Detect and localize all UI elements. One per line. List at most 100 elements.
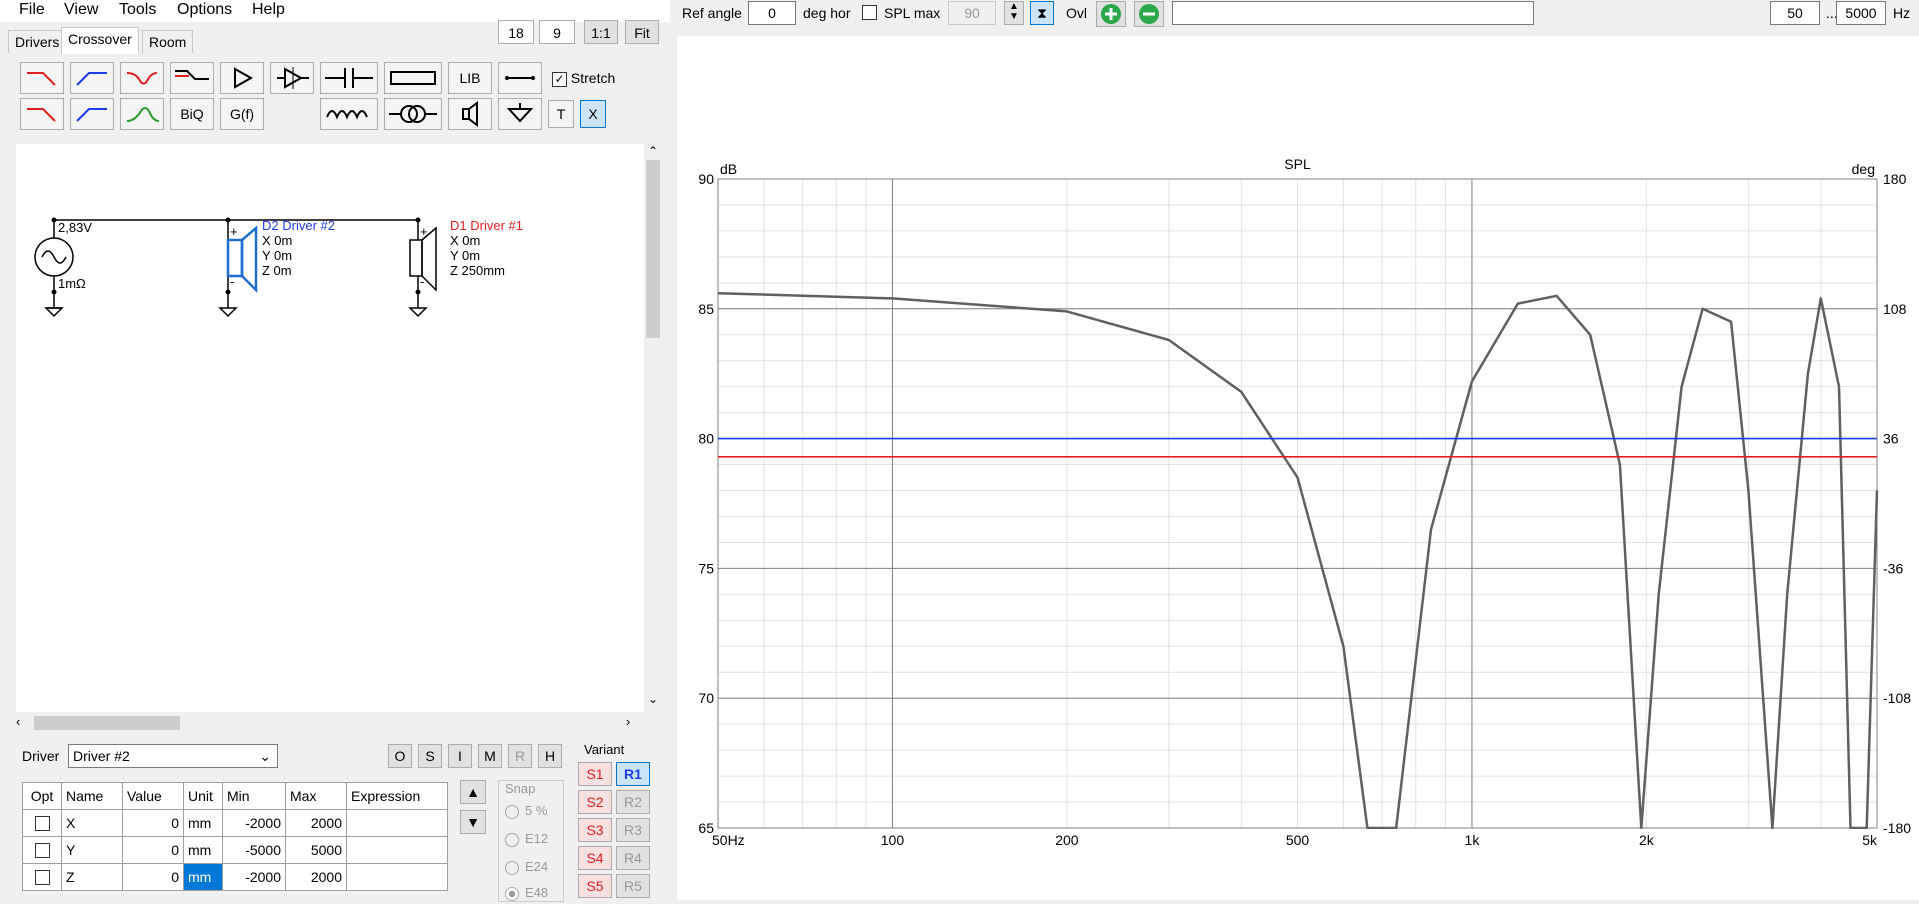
- menu-options[interactable]: Options: [177, 1, 232, 19]
- variant-r1[interactable]: R1: [616, 762, 650, 786]
- amplifier-icon[interactable]: [220, 62, 264, 94]
- schematic-vertical-scrollbar[interactable]: ⌃ ⌄: [644, 144, 662, 712]
- driver-2-label[interactable]: D2 Driver #2 X 0m Y 0m Z 0m: [262, 218, 335, 278]
- menu-file[interactable]: File: [19, 1, 45, 19]
- param-max[interactable]: 2000: [285, 863, 347, 891]
- variant-s2[interactable]: S2: [578, 790, 612, 814]
- variant-r2[interactable]: R2: [616, 790, 650, 814]
- transfer-function-button[interactable]: G(f): [220, 98, 264, 130]
- move-up-icon[interactable]: ▲: [460, 780, 486, 804]
- notch-red-icon[interactable]: [120, 62, 164, 94]
- schematic-horizontal-scrollbar[interactable]: ‹ ›: [16, 714, 644, 732]
- move-down-icon[interactable]: ▼: [460, 810, 486, 834]
- opt-checkbox[interactable]: [34, 870, 50, 886]
- variant-r3[interactable]: R3: [616, 818, 650, 842]
- grid-size-b[interactable]: 9: [539, 20, 575, 44]
- wire-icon[interactable]: [498, 62, 542, 94]
- driver-r-button[interactable]: R: [508, 744, 532, 768]
- opt-checkbox[interactable]: [34, 816, 50, 832]
- snap-e48-radio[interactable]: E48: [505, 885, 548, 901]
- variant-s5[interactable]: S5: [578, 874, 612, 898]
- param-expression[interactable]: [346, 836, 448, 864]
- biquad-button[interactable]: BiQ: [170, 98, 214, 130]
- spl-graph-panel[interactable]: SPL dB deg 90 85 80 75 70 65 180 108 36 -36 -108 -180 5…: [677, 36, 1919, 900]
- library-button[interactable]: LIB: [448, 62, 492, 94]
- table-row[interactable]: Y 0 mm -5000 5000: [22, 836, 448, 864]
- transformer-icon[interactable]: [384, 98, 442, 130]
- snap-e24-radio[interactable]: E24: [505, 859, 548, 875]
- param-value[interactable]: 0: [122, 809, 184, 837]
- lowpass-red-icon-2[interactable]: [20, 98, 64, 130]
- overlay-name-input[interactable]: [1172, 1, 1534, 25]
- driver-h-button[interactable]: H: [538, 744, 562, 768]
- param-min[interactable]: -5000: [222, 836, 286, 864]
- scroll-right-icon[interactable]: ›: [626, 714, 630, 729]
- param-min[interactable]: -2000: [222, 809, 286, 837]
- param-unit[interactable]: mm: [183, 836, 223, 864]
- spl-max-spinner-icon[interactable]: ▲ ▼: [1004, 1, 1024, 25]
- param-value[interactable]: 0: [122, 836, 184, 864]
- opt-checkbox[interactable]: [34, 843, 50, 859]
- param-expression[interactable]: [346, 863, 448, 891]
- param-value[interactable]: 0: [122, 863, 184, 891]
- inductor-icon[interactable]: [320, 98, 378, 130]
- freq-max-input[interactable]: 5000: [1836, 1, 1886, 25]
- driver-m-button[interactable]: M: [478, 744, 502, 768]
- scroll-down-icon[interactable]: ⌄: [648, 692, 658, 706]
- close-schematic-button[interactable]: X: [580, 100, 606, 128]
- scroll-up-icon[interactable]: ⌃: [648, 144, 658, 158]
- hourglass-icon[interactable]: ⧗: [1030, 1, 1054, 25]
- driver-o-button[interactable]: O: [388, 744, 412, 768]
- variant-s3[interactable]: S3: [578, 818, 612, 842]
- variant-s4[interactable]: S4: [578, 846, 612, 870]
- driver-i-button[interactable]: I: [448, 744, 472, 768]
- menu-tools[interactable]: Tools: [119, 1, 156, 19]
- buffer-amp-icon[interactable]: [270, 62, 314, 94]
- stretch-check-icon[interactable]: ✓: [552, 71, 567, 87]
- bandpass-green-icon[interactable]: [120, 98, 164, 130]
- scroll-left-icon[interactable]: ‹: [16, 714, 20, 729]
- snap-e12-radio[interactable]: E12: [505, 831, 548, 847]
- resistor-icon[interactable]: [384, 62, 442, 94]
- menu-help[interactable]: Help: [252, 1, 285, 19]
- lowpass-red-icon[interactable]: [20, 62, 64, 94]
- schematic-canvas[interactable]: + - + - 2,83V 1mΩ D2 Driver #2 X 0m Y 0m…: [16, 144, 644, 712]
- param-max[interactable]: 5000: [285, 836, 347, 864]
- horizontal-scroll-thumb[interactable]: [34, 716, 180, 730]
- param-unit[interactable]: mm: [183, 863, 223, 891]
- grid-size-a[interactable]: 18: [498, 20, 534, 44]
- fit-button[interactable]: Fit: [625, 20, 659, 44]
- table-row[interactable]: X 0 mm -2000 2000: [22, 809, 448, 837]
- driver-1-label[interactable]: D1 Driver #1 X 0m Y 0m Z 250mm: [450, 218, 523, 278]
- variant-r4[interactable]: R4: [616, 846, 650, 870]
- vertical-scroll-thumb[interactable]: [646, 160, 660, 338]
- param-expression[interactable]: [346, 809, 448, 837]
- shelf-icon[interactable]: [170, 62, 214, 94]
- variant-s1[interactable]: S1: [578, 762, 612, 786]
- param-unit[interactable]: mm: [183, 809, 223, 837]
- menu-view[interactable]: View: [64, 1, 98, 19]
- text-button[interactable]: T: [548, 100, 574, 128]
- speaker-icon[interactable]: [448, 98, 492, 130]
- param-min[interactable]: -2000: [222, 863, 286, 891]
- stretch-checkbox[interactable]: ✓ Stretch: [552, 70, 615, 87]
- freq-min-input[interactable]: 50: [1770, 1, 1820, 25]
- spl-max-input[interactable]: 90: [948, 1, 996, 25]
- param-max[interactable]: 2000: [285, 809, 347, 837]
- driver-select[interactable]: Driver #2 ⌄: [68, 744, 278, 768]
- highpass-blue-icon[interactable]: [70, 62, 114, 94]
- zoom-1-1-button[interactable]: 1:1: [584, 20, 618, 44]
- tab-room[interactable]: Room: [142, 30, 194, 53]
- spl-max-checkbox[interactable]: [862, 5, 877, 20]
- variant-r5[interactable]: R5: [616, 874, 650, 898]
- highpass-blue-icon-2[interactable]: [70, 98, 114, 130]
- remove-overlay-icon[interactable]: [1134, 1, 1164, 27]
- tab-drivers[interactable]: Drivers: [8, 30, 67, 53]
- ref-angle-input[interactable]: 0: [748, 1, 796, 25]
- ground-icon[interactable]: [498, 98, 542, 130]
- tab-crossover[interactable]: Crossover: [61, 27, 139, 54]
- add-overlay-icon[interactable]: [1096, 1, 1126, 27]
- table-row[interactable]: Z 0 mm -2000 2000: [22, 863, 448, 891]
- driver-s-button[interactable]: S: [418, 744, 442, 768]
- snap-5pct-radio[interactable]: 5 %: [505, 803, 547, 819]
